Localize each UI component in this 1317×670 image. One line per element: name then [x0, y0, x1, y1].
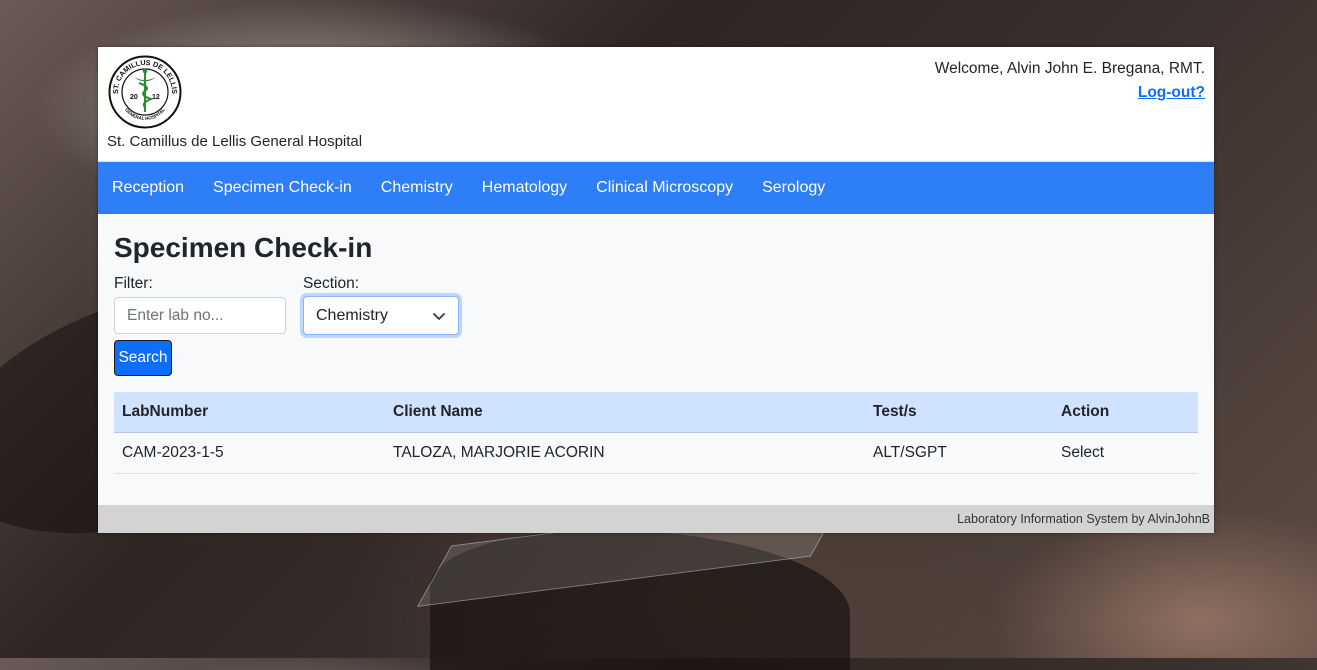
- filter-label: Filter:: [114, 275, 153, 292]
- nav-item-hematology[interactable]: Hematology: [482, 179, 567, 197]
- filter-input[interactable]: [114, 297, 286, 334]
- column-header-action: Action: [1053, 392, 1198, 433]
- cell-labnumber: CAM-2023-1-5: [114, 432, 385, 474]
- nav-item-reception[interactable]: Reception: [112, 179, 184, 197]
- hospital-name: St. Camillus de Lellis General Hospital: [107, 133, 363, 150]
- hospital-logo: ST. CAMILLUS DE LELLIS GENERAL HOSPITAL …: [108, 55, 182, 129]
- footer: Laboratory Information System by AlvinJo…: [98, 505, 1214, 533]
- nav-item-specimen-check-in[interactable]: Specimen Check-in: [213, 179, 352, 197]
- main-card: ST. CAMILLUS DE LELLIS GENERAL HOSPITAL …: [98, 47, 1214, 533]
- logo-year-left: 20: [130, 94, 138, 101]
- header: ST. CAMILLUS DE LELLIS GENERAL HOSPITAL …: [98, 47, 1214, 162]
- column-header-tests: Test/s: [865, 392, 1053, 433]
- table-row: CAM-2023-1-5 TALOZA, MARJORIE ACORIN ALT…: [114, 432, 1198, 474]
- cell-tests: ALT/SGPT: [865, 432, 1053, 474]
- welcome-text: Welcome, Alvin John E. Bregana, RMT.: [934, 60, 1205, 77]
- logo-year-right: 12: [152, 94, 160, 101]
- column-header-labnumber: LabNumber: [114, 392, 385, 433]
- column-header-client-name: Client Name: [385, 392, 865, 433]
- section-label: Section:: [303, 275, 360, 292]
- specimen-table: LabNumber Client Name Test/s Action CAM-…: [114, 392, 1198, 474]
- search-button[interactable]: Search: [114, 340, 172, 376]
- section-select-value: Chemistry: [316, 306, 389, 324]
- section-select[interactable]: Chemistry: [303, 296, 459, 335]
- table-header-row: LabNumber Client Name Test/s Action: [114, 392, 1198, 433]
- cell-client-name: TALOZA, MARJORIE ACORIN: [385, 432, 865, 474]
- navbar: Reception Specimen Check-in Chemistry He…: [98, 162, 1214, 214]
- nav-item-clinical-microscopy[interactable]: Clinical Microscopy: [596, 179, 733, 197]
- nav-item-chemistry[interactable]: Chemistry: [381, 179, 453, 197]
- select-action[interactable]: Select: [1053, 432, 1198, 474]
- logout-link[interactable]: Log-out?: [1138, 84, 1205, 102]
- page-title: Specimen Check-in: [114, 232, 373, 263]
- nav-item-serology[interactable]: Serology: [762, 179, 825, 197]
- chevron-down-icon: [433, 313, 445, 320]
